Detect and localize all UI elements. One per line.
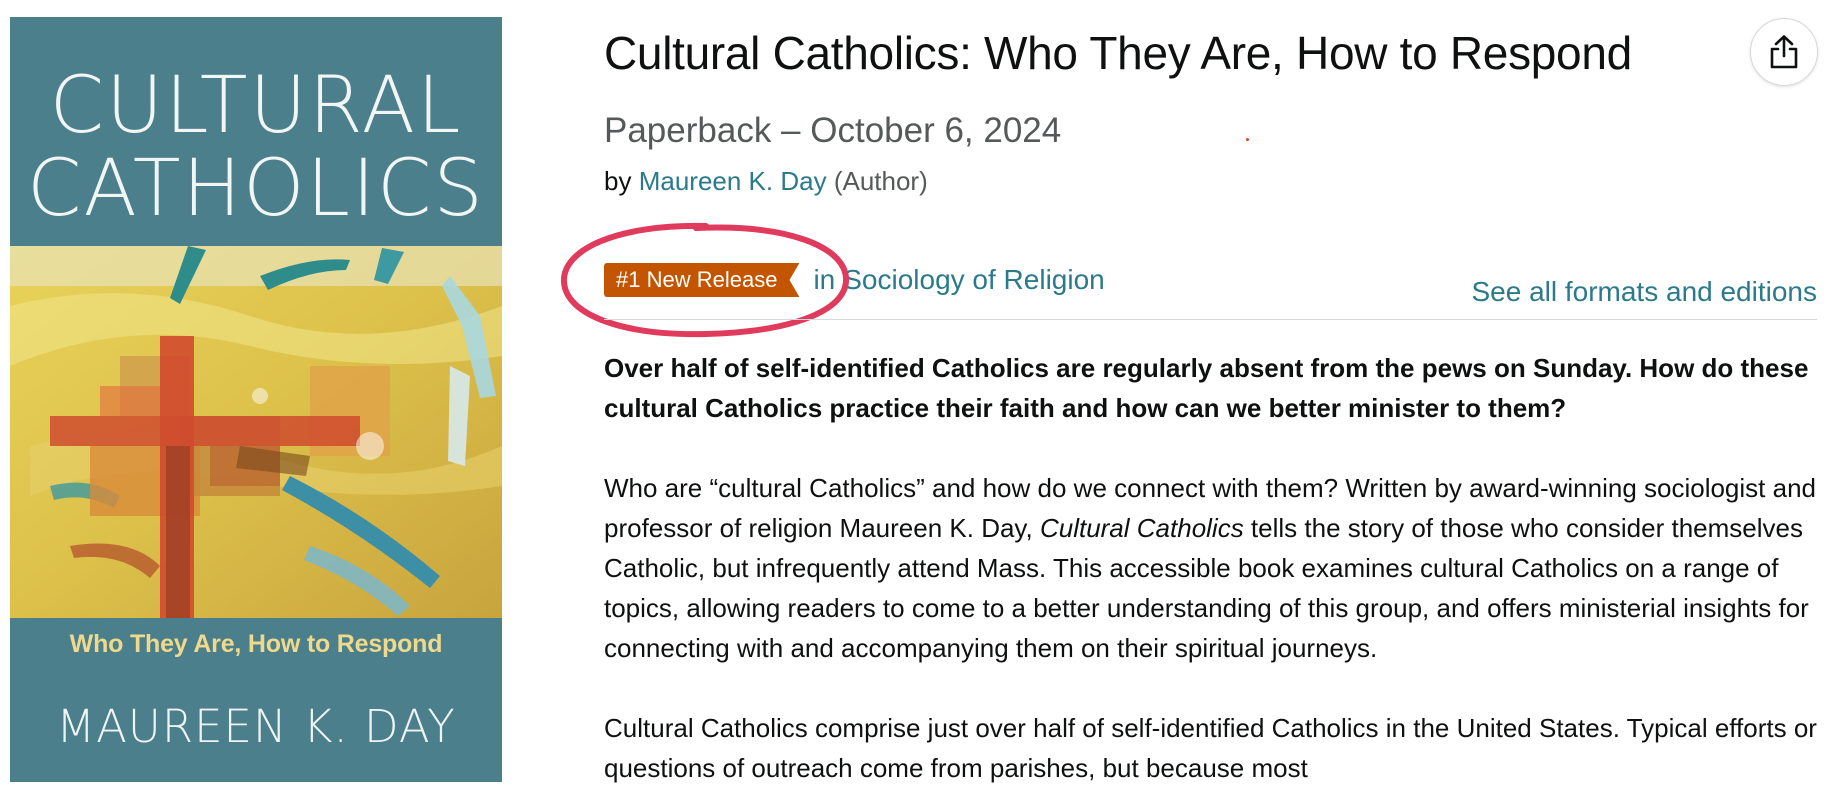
book-cover-image[interactable]: CULTURAL CATHOLICS Who They Are, How to …: [10, 17, 502, 782]
cover-subtitle: Who They Are, How to Respond: [69, 630, 443, 658]
category-link[interactable]: Sociology of Religion: [843, 264, 1105, 296]
section-divider: [604, 319, 1817, 320]
format-and-date: Paperback – October 6, 2024: [604, 111, 1062, 150]
description-paragraph-2: Who are “cultural Catholics” and how do …: [604, 468, 1824, 668]
best-seller-badge-row: #1 New Release in Sociology of Religion: [604, 262, 1105, 298]
cover-painting: [10, 246, 502, 618]
share-icon: [1770, 35, 1798, 69]
new-release-badge[interactable]: #1 New Release: [604, 263, 799, 297]
product-title: Cultural Catholics: Who They Are, How to…: [604, 27, 1632, 79]
see-all-formats-link[interactable]: See all formats and editions: [1471, 276, 1817, 308]
stray-dot: [1246, 138, 1249, 141]
book-description: Over half of self-identified Catholics a…: [604, 348, 1824, 788]
cover-title-line2: CATHOLICS: [27, 144, 485, 234]
badge-in-label: in: [813, 264, 836, 295]
cover-title-line1: CULTURAL: [49, 61, 463, 151]
description-paragraph-3: Cultural Catholics comprise just over ha…: [604, 713, 1817, 783]
share-button[interactable]: [1750, 18, 1818, 86]
byline: by Maureen K. Day (Author): [604, 166, 928, 197]
author-link[interactable]: Maureen K. Day: [639, 166, 827, 196]
description-p2-italic-title: Cultural Catholics: [1039, 513, 1244, 543]
description-lead: Over half of self-identified Catholics a…: [604, 353, 1809, 423]
by-label: by: [604, 166, 632, 196]
author-role: (Author): [833, 166, 928, 196]
cover-author: MAUREEN K. DAY: [56, 700, 456, 753]
